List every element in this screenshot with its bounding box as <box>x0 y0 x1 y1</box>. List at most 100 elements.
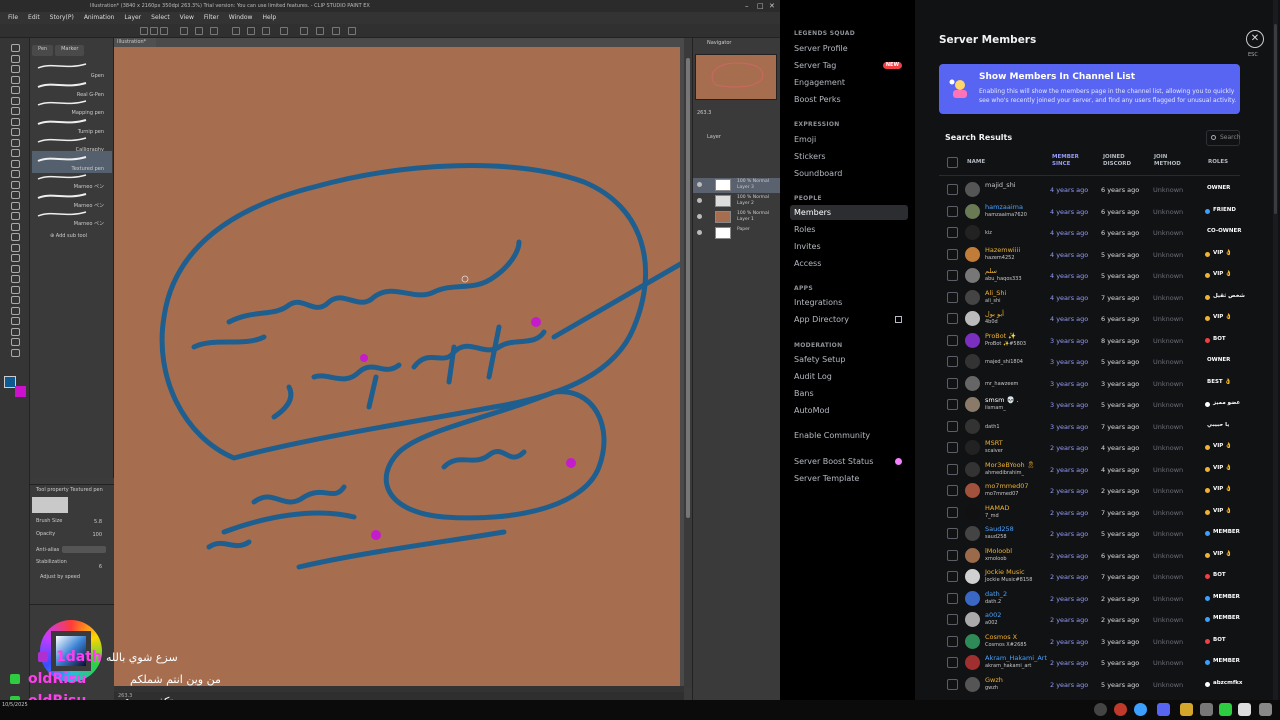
avatar[interactable] <box>965 203 980 219</box>
avatar[interactable] <box>965 418 980 434</box>
app2-icon[interactable] <box>1200 703 1213 716</box>
role-badge[interactable]: يا حبيبي <box>1207 422 1229 428</box>
member-row[interactable]: Akram_Hakami_Art akram_hakami_art 2 years … <box>939 652 1240 674</box>
member-row[interactable]: lMoloobl xmoloob 2 years ago 6 years ago Unk… <box>939 545 1240 567</box>
sidebar-item-emoji[interactable]: Emoji <box>790 132 908 147</box>
row-checkbox[interactable] <box>947 592 958 604</box>
avatar[interactable] <box>965 182 980 197</box>
tab-marker[interactable]: Marker <box>55 45 85 56</box>
sidebar-item-app-directory[interactable]: App Directory <box>790 312 908 327</box>
avatar[interactable] <box>965 311 980 326</box>
row-checkbox[interactable] <box>947 420 958 432</box>
menu-window[interactable]: Window <box>229 12 253 24</box>
row-checkbox[interactable] <box>947 678 958 690</box>
member-row[interactable]: Cosmos X Cosmos X#2685 2 years ago 3 years … <box>939 631 1240 653</box>
sidebar-item-roles[interactable]: Roles <box>790 222 908 237</box>
role-badge[interactable]: BOT <box>1213 336 1226 342</box>
tool-icon[interactable] <box>11 86 20 94</box>
row-checkbox[interactable] <box>947 313 958 324</box>
brush-size-value[interactable]: 5.8 <box>94 519 102 525</box>
role-badge[interactable]: MEMBER <box>1213 594 1240 600</box>
tab-pen[interactable]: Pen <box>32 45 54 56</box>
avatar[interactable] <box>965 397 980 412</box>
member-row[interactable]: سلم abu_haqos333 4 years ago 5 years ago Unk… <box>939 265 1240 287</box>
member-row[interactable]: Mor3eBYooh 🎗 ahmedibrahim_ 2 years ago 4 ye… <box>939 459 1240 481</box>
role-badge[interactable]: VIP 👌 <box>1213 551 1232 557</box>
tool-icon[interactable] <box>11 138 20 147</box>
navigator-tab[interactable]: Navigator <box>693 38 780 49</box>
member-row[interactable]: HAMAD 7_md 2 years ago 7 years ago Unknown VI… <box>939 502 1240 524</box>
sidebar-item-integrations[interactable]: Integrations <box>790 295 908 310</box>
row-checkbox[interactable] <box>947 227 958 238</box>
tool-icon[interactable] <box>11 243 20 252</box>
command-button[interactable] <box>247 27 255 35</box>
row-checkbox[interactable] <box>947 184 958 195</box>
role-badge[interactable]: MEMBER <box>1213 615 1240 621</box>
tool-icon[interactable] <box>11 191 20 199</box>
sidebar-item-stickers[interactable]: Stickers <box>790 149 908 164</box>
tool-icon[interactable] <box>11 75 20 84</box>
avatar[interactable] <box>965 504 980 520</box>
row-checkbox[interactable] <box>947 399 958 410</box>
tool-icon[interactable] <box>11 306 20 315</box>
member-row[interactable]: Ali_Shi ali_shi 4 years ago 7 years ago Unkn… <box>939 287 1245 309</box>
row-checkbox[interactable] <box>947 442 958 453</box>
header-roles[interactable]: ROLES <box>1208 159 1228 166</box>
header-join-method[interactable]: JOIN METHOD <box>1154 154 1184 168</box>
tool-icon[interactable] <box>11 96 20 105</box>
avatar[interactable] <box>965 289 980 305</box>
avatar[interactable] <box>965 547 980 563</box>
avatar[interactable] <box>965 590 980 606</box>
row-checkbox[interactable] <box>947 205 958 217</box>
search-input[interactable]: Search <box>1206 130 1241 146</box>
avatar[interactable] <box>965 246 980 262</box>
discord-icon[interactable] <box>1094 703 1107 716</box>
row-checkbox[interactable] <box>947 248 958 260</box>
drawing-canvas[interactable] <box>114 47 687 688</box>
command-button[interactable] <box>180 27 188 35</box>
close-icon[interactable]: ✕ <box>769 0 775 12</box>
member-row[interactable]: a002 a002 2 years ago 2 years ago Unknown MEM… <box>939 609 1240 631</box>
eye-icon[interactable] <box>697 182 702 187</box>
member-row[interactable]: majed_shi1804 3 years ago 5 years ago Unkno… <box>939 351 1240 373</box>
role-badge[interactable]: BOT <box>1213 572 1226 578</box>
member-row[interactable]: Hazemwiiii hazem4252 4 years ago 5 years ag… <box>939 244 1240 266</box>
row-checkbox[interactable] <box>947 528 958 539</box>
sidebar-item-server-template[interactable]: Server Template <box>790 471 908 486</box>
avatar[interactable] <box>965 569 980 584</box>
avatar[interactable] <box>965 483 980 498</box>
antialias-selector[interactable] <box>62 546 106 553</box>
sidebar-item-soundboard[interactable]: Soundboard <box>790 166 908 181</box>
sidebar-item-audit-log[interactable]: Audit Log <box>790 369 908 384</box>
row-checkbox[interactable] <box>947 614 958 625</box>
sidebar-item-invites[interactable]: Invites <box>790 239 908 254</box>
role-badge[interactable]: شخص ثقيل <box>1213 293 1245 299</box>
tool-icon[interactable] <box>11 201 20 210</box>
avatar[interactable] <box>965 225 980 240</box>
zoom-readout[interactable]: 263.3 <box>697 110 711 116</box>
role-badge[interactable]: VIP 👌 <box>1213 443 1232 449</box>
notification-icon[interactable] <box>1259 703 1272 716</box>
avatar[interactable] <box>965 375 980 391</box>
command-button[interactable] <box>280 27 288 35</box>
browser-icon[interactable] <box>1134 703 1147 716</box>
navigator-preview[interactable] <box>695 54 777 100</box>
members-scrollbar[interactable] <box>1273 0 1278 700</box>
command-button[interactable] <box>262 27 270 35</box>
member-row[interactable]: أبو بول 4b0d 4 years ago 6 years ago Unknown… <box>939 308 1240 330</box>
member-row[interactable]: ProBot ✨ ProBot ✨#5803 3 years ago 8 years … <box>939 330 1240 352</box>
tray-icon[interactable] <box>1238 703 1251 716</box>
layer-row[interactable]: Paper <box>693 226 781 241</box>
member-row[interactable]: Gwzh gwzh 2 years ago 5 years ago Unknown abz… <box>939 674 1242 696</box>
row-checkbox[interactable] <box>947 485 958 496</box>
role-badge[interactable]: عضو مميز <box>1213 400 1240 406</box>
row-checkbox[interactable] <box>947 549 958 561</box>
sidebar-item-members[interactable]: Members <box>790 205 908 220</box>
menu-file[interactable]: File <box>8 12 18 24</box>
header-name[interactable]: NAME <box>967 159 985 166</box>
layer-row[interactable]: 100 % Normal Layer 2 <box>693 194 781 209</box>
layer-row[interactable]: 100 % Normal Layer 3 <box>693 178 781 193</box>
menu-edit[interactable]: Edit <box>28 12 40 24</box>
header-joined-discord[interactable]: JOINED DISCORD <box>1103 154 1135 168</box>
tool-icon[interactable] <box>11 264 20 273</box>
